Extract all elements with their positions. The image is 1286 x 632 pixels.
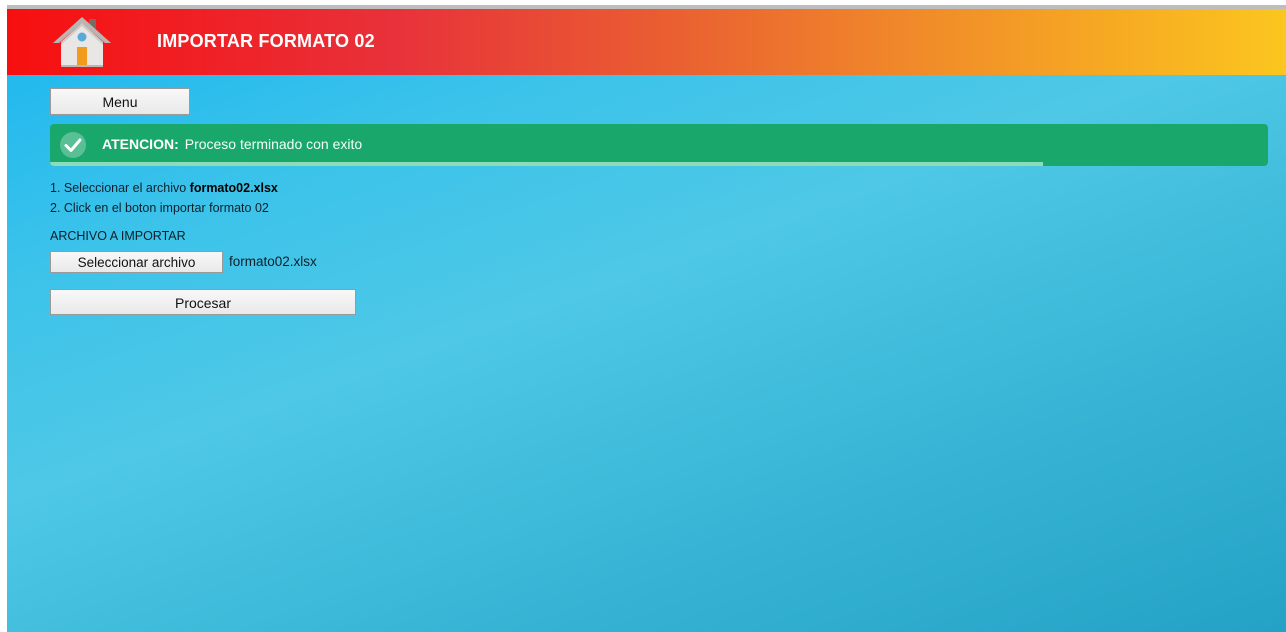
- header-bar: IMPORTAR FORMATO 02: [7, 9, 1286, 75]
- check-circle-icon: [60, 132, 86, 158]
- instructions: 1. Seleccionar el archivo formato02.xlsx…: [50, 178, 278, 218]
- alert-text: ATENCION: Proceso terminado con exito: [102, 136, 362, 152]
- process-button[interactable]: Procesar: [50, 289, 356, 315]
- step-1-filename: formato02.xlsx: [189, 181, 278, 195]
- instruction-step-2: 2. Click en el boton importar formato 02: [50, 201, 269, 215]
- alert-progress-bar: [50, 162, 1043, 166]
- step-1-text: 1. Seleccionar el archivo: [50, 181, 190, 195]
- success-alert: ATENCION: Proceso terminado con exito: [50, 124, 1268, 166]
- file-section-label: ARCHIVO A IMPORTAR: [50, 229, 186, 243]
- alert-title: ATENCION:: [102, 136, 179, 152]
- page: IMPORTAR FORMATO 02 Menu ATENCION: Proces…: [7, 9, 1286, 632]
- instruction-step-1: 1. Seleccionar el archivo formato02.xlsx: [50, 178, 278, 198]
- menu-button[interactable]: Menu: [50, 88, 190, 115]
- browser-viewport: IMPORTAR FORMATO 02 Menu ATENCION: Proces…: [7, 5, 1286, 632]
- selected-file-name: formato02.xlsx: [229, 254, 317, 269]
- home-icon[interactable]: [51, 15, 113, 69]
- choose-file-button[interactable]: Seleccionar archivo: [50, 251, 223, 273]
- alert-message: Proceso terminado con exito: [184, 136, 363, 152]
- page-title: IMPORTAR FORMATO 02: [157, 31, 375, 51]
